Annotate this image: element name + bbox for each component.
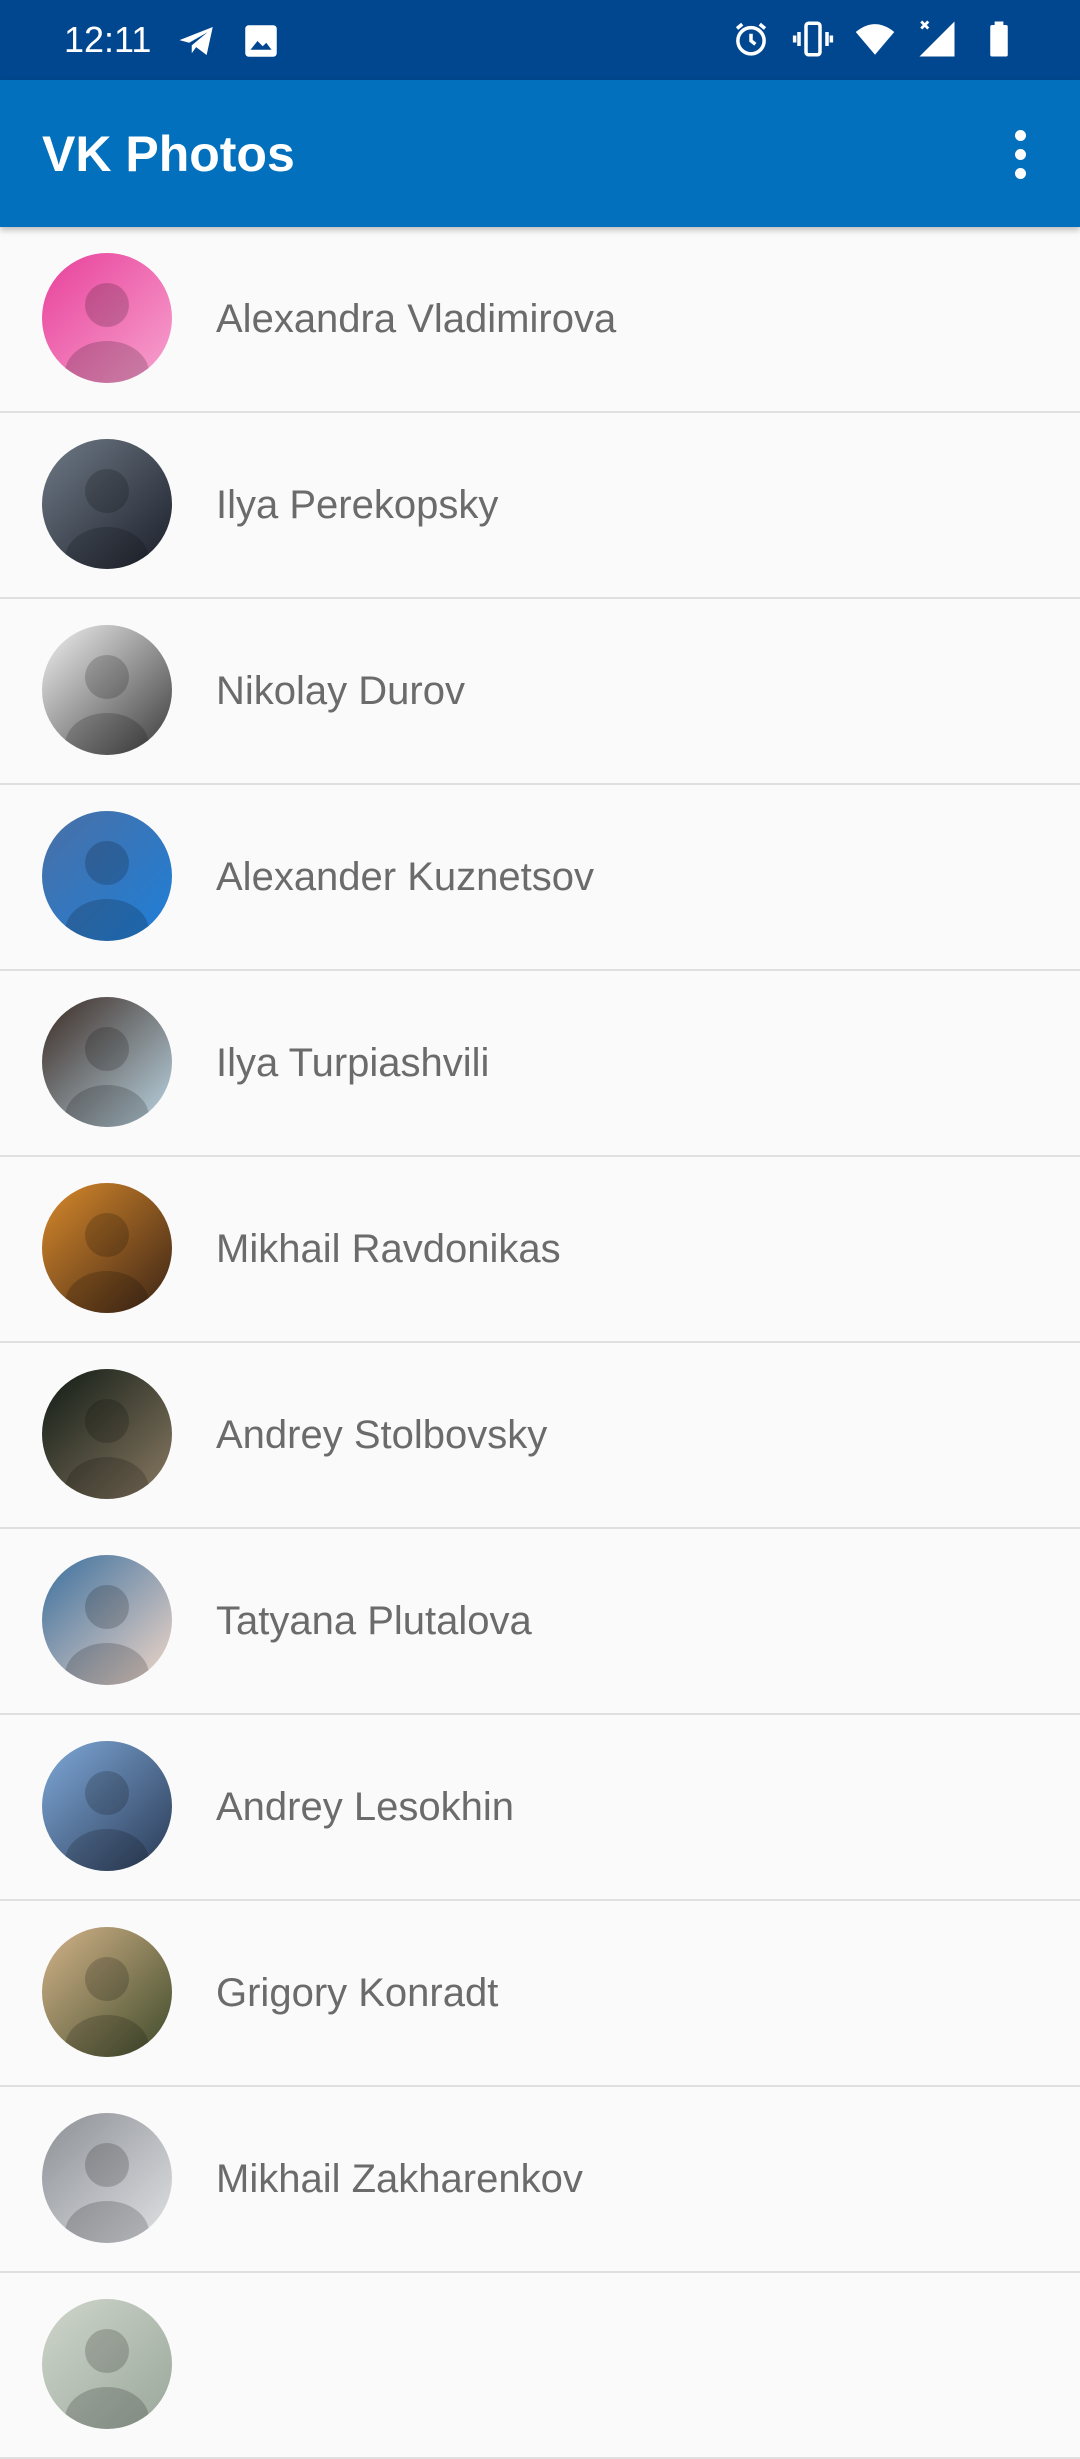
app-bar: VK Photos [0, 80, 1080, 227]
contact-row[interactable]: Ilya Perekopsky [0, 413, 1080, 599]
contact-name: Ilya Perekopsky [216, 483, 499, 527]
avatar [42, 2113, 172, 2243]
contact-row[interactable]: Tatyana Plutalova [0, 1529, 1080, 1715]
contact-name: Mikhail Ravdonikas [216, 1227, 561, 1271]
avatar [42, 2299, 172, 2429]
image-icon [245, 25, 277, 57]
avatar [42, 1927, 172, 2057]
avatar [42, 439, 172, 569]
avatar [42, 253, 172, 383]
telegram-icon [179, 27, 213, 55]
contact-name: Alexandra Vladimirova [216, 297, 617, 341]
status-right-icons [730, 18, 1020, 60]
contact-row[interactable]: Alexandra Vladimirova [0, 227, 1080, 413]
signal-icon [919, 20, 955, 57]
contact-row[interactable]: Grigory Konradt [0, 1901, 1080, 2087]
avatar [42, 811, 172, 941]
contact-list: Alexandra Vladimirova Ilya Perekopsky Niko… [0, 227, 1080, 2459]
contact-row[interactable]: Andrey Stolbovsky [0, 1343, 1080, 1529]
vibrate-icon [792, 21, 834, 57]
battery-icon [990, 21, 1008, 57]
avatar [42, 1555, 172, 1685]
app-title: VK Photos [42, 126, 295, 182]
contact-row[interactable]: Mikhail Ravdonikas [0, 1157, 1080, 1343]
contact-name: Tatyana Plutalova [216, 1599, 532, 1643]
avatar [42, 1369, 172, 1499]
contact-name: Andrey Lesokhin [216, 1785, 514, 1829]
contact-name: Andrey Stolbovsky [216, 1413, 548, 1457]
contact-name: Ilya Turpiashvili [216, 1041, 490, 1085]
contact-row[interactable]: Ilya Turpiashvili [0, 971, 1080, 1157]
status-time: 12:11 [64, 19, 152, 60]
status-left-icons [176, 20, 282, 62]
more-vert-icon[interactable] [984, 114, 1056, 194]
contact-name: Nikolay Durov [216, 669, 465, 713]
contact-name: Mikhail Zakharenkov [216, 2157, 583, 2201]
contact-row[interactable]: Mikhail Zakharenkov [0, 2087, 1080, 2273]
alarm-icon [735, 22, 767, 56]
contact-row[interactable]: Alexander Kuznetsov [0, 785, 1080, 971]
contact-row[interactable]: Andrey Lesokhin [0, 1715, 1080, 1901]
status-bar: 12:11 [0, 0, 1080, 80]
contact-name: Alexander Kuznetsov [216, 855, 595, 899]
contact-row[interactable] [0, 2273, 1080, 2459]
avatar [42, 997, 172, 1127]
avatar [42, 1183, 172, 1313]
contact-row[interactable]: Nikolay Durov [0, 599, 1080, 785]
wifi-icon [855, 24, 895, 55]
contact-name: Grigory Konradt [216, 1971, 499, 2015]
avatar [42, 1741, 172, 1871]
avatar [42, 625, 172, 755]
